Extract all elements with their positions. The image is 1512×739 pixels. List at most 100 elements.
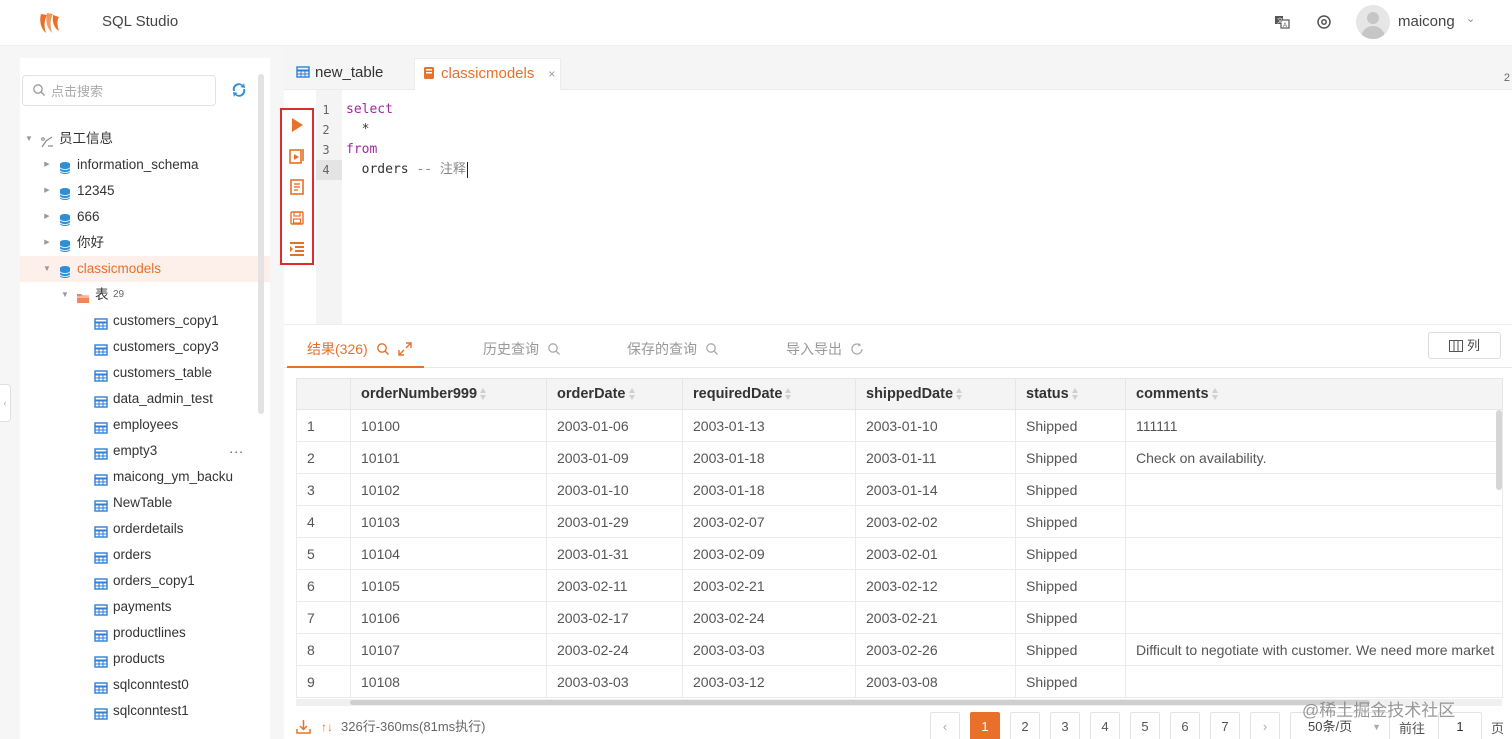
table-cell[interactable]: 2003-01-10 [546, 473, 683, 506]
table-cell[interactable]: 2003-01-18 [682, 441, 856, 474]
code-line[interactable]: * [346, 120, 370, 140]
table-cell[interactable]: 2003-01-31 [546, 537, 683, 570]
tree-item[interactable]: ▶ 12345 [20, 178, 270, 204]
table-cell[interactable]: Difficult to negotiate with customer. We… [1125, 633, 1503, 666]
tab-classicmodels[interactable]: classicmodels × [414, 58, 561, 90]
format-icon[interactable] [288, 240, 306, 258]
caret-right-icon[interactable]: ▶ [42, 204, 52, 230]
run-selected-icon[interactable] [288, 147, 306, 165]
app-logo[interactable] [36, 9, 64, 37]
page-button[interactable]: 2 [1010, 712, 1040, 739]
column-header[interactable]: orderNumber999 [350, 378, 547, 410]
caret-right-icon[interactable]: ▶ [42, 152, 52, 178]
table-cell[interactable]: 2003-01-09 [546, 441, 683, 474]
tab-saved-queries[interactable]: 保存的查询 [627, 339, 719, 359]
table-cell[interactable]: Shipped [1015, 409, 1126, 442]
explain-icon[interactable] [288, 178, 306, 196]
table-cell[interactable]: 2003-01-18 [682, 473, 856, 506]
row-number-cell[interactable]: 3 [296, 473, 351, 506]
table-cell[interactable]: 2003-02-09 [682, 537, 856, 570]
table-row[interactable]: 7 10106 2003-02-17 2003-02-24 2003-02-21 Ship… [296, 601, 1503, 634]
caret-down-icon[interactable]: ▼ [24, 126, 34, 152]
row-number-cell[interactable]: 2 [296, 441, 351, 474]
table-cell[interactable]: 10101 [350, 441, 547, 474]
table-cell[interactable]: 2003-02-01 [855, 537, 1016, 570]
sort-icon[interactable] [956, 387, 963, 401]
table-cell[interactable]: 2003-02-21 [682, 569, 856, 602]
table-cell[interactable]: 2003-02-17 [546, 601, 683, 634]
row-number-cell[interactable]: 8 [296, 633, 351, 666]
tab-import-export[interactable]: 导入导出 [786, 339, 864, 359]
tree-item[interactable]: ▼ classicmodels [20, 256, 270, 282]
tree-item[interactable]: products [20, 646, 270, 672]
tree-item[interactable]: sqlconntest0 [20, 672, 270, 698]
table-cell[interactable]: 2003-03-08 [855, 665, 1016, 698]
caret-right-icon[interactable]: ▶ [42, 230, 52, 256]
tree-item[interactable]: ▶ 666 [20, 204, 270, 230]
table-cell[interactable]: 2003-02-24 [546, 633, 683, 666]
table-row[interactable]: 9 10108 2003-03-03 2003-03-12 2003-03-08 Ship… [296, 665, 1503, 698]
tree-item[interactable]: sqlconntest1 [20, 698, 270, 724]
caret-down-icon[interactable]: ▼ [42, 256, 52, 282]
tab-history[interactable]: 历史查询 [483, 339, 561, 359]
table-cell[interactable]: 2003-01-06 [546, 409, 683, 442]
tree-item[interactable]: NewTable [20, 490, 270, 516]
page-button[interactable]: 5 [1130, 712, 1160, 739]
tree-item[interactable]: productlines [20, 620, 270, 646]
close-icon[interactable]: × [548, 67, 555, 81]
table-vertical-scrollbar[interactable] [1496, 410, 1502, 490]
tree-item[interactable]: customers_table [20, 360, 270, 386]
tree-item[interactable]: ▼ 员工信息 [20, 126, 270, 152]
download-icon[interactable] [296, 719, 311, 734]
column-header[interactable]: requiredDate [682, 378, 856, 410]
page-button[interactable]: 3 [1050, 712, 1080, 739]
column-header[interactable]: orderDate [546, 378, 683, 410]
tree-item[interactable]: data_admin_test [20, 386, 270, 412]
row-number-cell[interactable]: 4 [296, 505, 351, 538]
page-button[interactable]: 1 [970, 712, 1000, 739]
table-cell[interactable]: Shipped [1015, 601, 1126, 634]
table-cell[interactable]: 2003-03-03 [682, 633, 856, 666]
prev-page-button[interactable]: ‹ [930, 712, 960, 739]
tree-item[interactable]: ▶ 你好 [20, 230, 270, 256]
table-cell[interactable]: 2003-03-12 [682, 665, 856, 698]
username[interactable]: maicong [1398, 13, 1455, 30]
row-number-cell[interactable]: 9 [296, 665, 351, 698]
table-cell[interactable]: Shipped [1015, 537, 1126, 570]
sort-icon[interactable] [1211, 387, 1218, 401]
code-line[interactable]: select [346, 100, 393, 120]
tree-item[interactable]: orderdetails [20, 516, 270, 542]
table-cell[interactable] [1125, 601, 1503, 634]
table-row[interactable]: 8 10107 2003-02-24 2003-03-03 2003-02-26 Ship… [296, 633, 1503, 666]
table-cell[interactable]: Shipped [1015, 473, 1126, 506]
sort-icon[interactable] [480, 387, 487, 401]
table-cell[interactable]: 111111 [1125, 409, 1503, 442]
tab-results[interactable]: 结果(326) [307, 339, 412, 359]
row-number-cell[interactable]: 5 [296, 537, 351, 570]
table-cell[interactable]: 2003-01-14 [855, 473, 1016, 506]
sort-icon[interactable] [785, 387, 792, 401]
table-cell[interactable]: 2003-02-07 [682, 505, 856, 538]
refresh-icon[interactable] [230, 81, 248, 99]
table-cell[interactable]: 2003-02-12 [855, 569, 1016, 602]
translate-icon[interactable]: 文A [1272, 12, 1292, 32]
table-cell[interactable]: 10106 [350, 601, 547, 634]
table-row[interactable]: 4 10103 2003-01-29 2003-02-07 2003-02-02 Ship… [296, 505, 1503, 538]
tree-item[interactable]: maicong_ym_backu [20, 464, 270, 490]
table-cell[interactable]: 10103 [350, 505, 547, 538]
caret-down-icon[interactable]: ▼ [60, 282, 70, 308]
tree-item[interactable]: orders_copy1 [20, 568, 270, 594]
table-cell[interactable]: 2003-02-11 [546, 569, 683, 602]
table-row[interactable]: 5 10104 2003-01-31 2003-02-09 2003-02-01 Ship… [296, 537, 1503, 570]
tree-item[interactable]: ▼ 表 29 [20, 282, 270, 308]
tree-item[interactable]: customers_copy1 [20, 308, 270, 334]
sidebar-scrollbar[interactable] [258, 74, 264, 414]
table-cell[interactable]: 2003-03-03 [546, 665, 683, 698]
table-cell[interactable]: 2003-01-11 [855, 441, 1016, 474]
collapse-sidebar-handle[interactable]: ‹ [0, 384, 11, 422]
table-cell[interactable]: Shipped [1015, 665, 1126, 698]
row-number-cell[interactable]: 1 [296, 409, 351, 442]
save-icon[interactable] [288, 209, 306, 227]
table-cell[interactable]: 2003-02-24 [682, 601, 856, 634]
table-cell[interactable]: 10100 [350, 409, 547, 442]
